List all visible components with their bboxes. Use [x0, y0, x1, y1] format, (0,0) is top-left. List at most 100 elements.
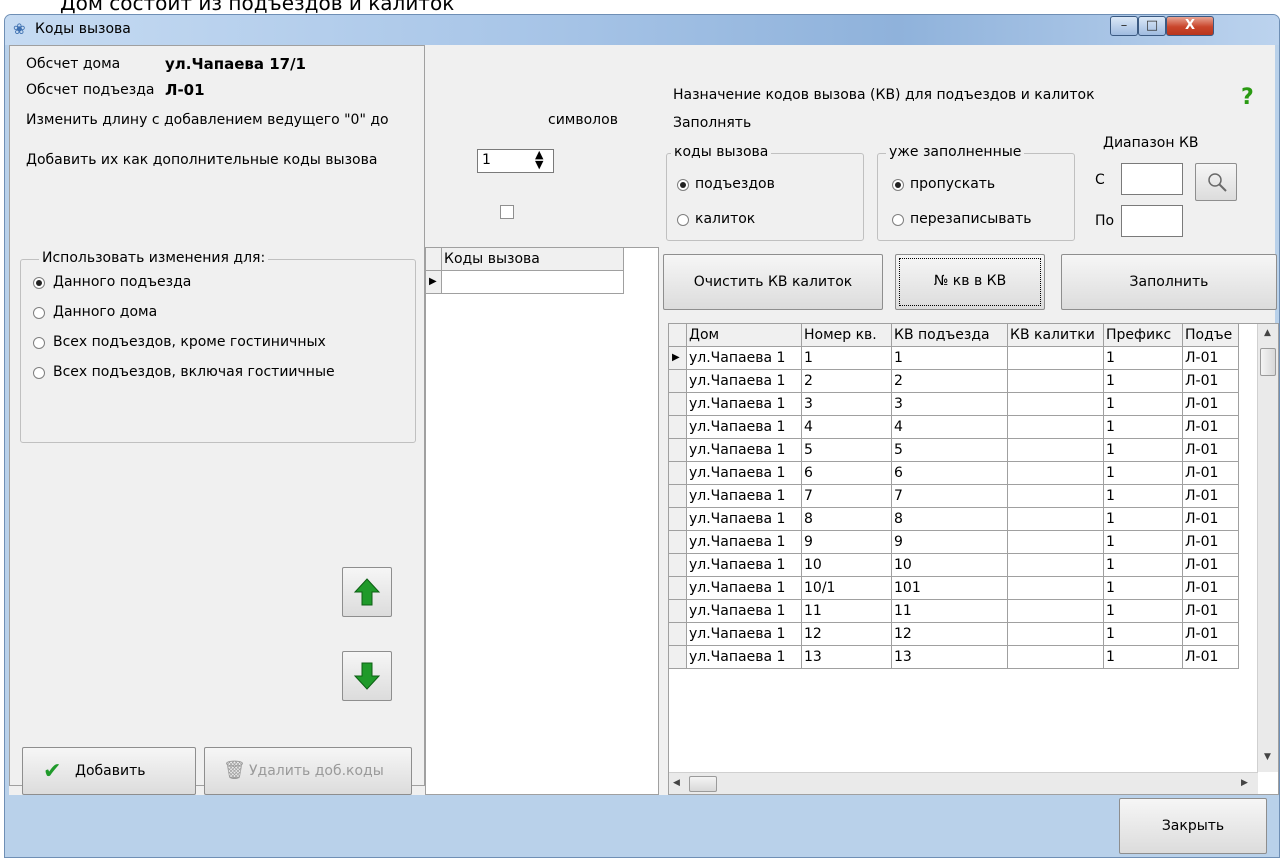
- grid-cell[interactable]: [1008, 416, 1104, 439]
- grid-cell[interactable]: 5: [892, 439, 1008, 462]
- grid-cell[interactable]: 1: [892, 347, 1008, 370]
- move-down-button[interactable]: [342, 651, 392, 701]
- grid-cell[interactable]: Л-01: [1183, 600, 1239, 623]
- grid-cell[interactable]: 1: [1104, 393, 1183, 416]
- grid-cell[interactable]: 11: [892, 600, 1008, 623]
- radio-overwrite[interactable]: [892, 214, 904, 226]
- grid-cell[interactable]: 1: [1104, 439, 1183, 462]
- grid-cell[interactable]: 10: [802, 554, 892, 577]
- grid-cell[interactable]: 4: [802, 416, 892, 439]
- grid-cell[interactable]: [1008, 393, 1104, 416]
- grid-cell[interactable]: Л-01: [1183, 439, 1239, 462]
- delete-extra-codes-button[interactable]: 🗑 Удалить доб.коды: [204, 747, 412, 795]
- grid-cell[interactable]: [1008, 623, 1104, 646]
- grid-cell[interactable]: 1: [1104, 370, 1183, 393]
- grid-cell[interactable]: 1: [1104, 508, 1183, 531]
- grid-cell[interactable]: ул.Чапаева 1: [687, 623, 802, 646]
- radio-this-house-dot[interactable]: [33, 307, 45, 319]
- grid-cell[interactable]: [1008, 600, 1104, 623]
- grid-cell[interactable]: [1008, 485, 1104, 508]
- grid-cell[interactable]: ул.Чапаева 1: [687, 462, 802, 485]
- codes-grid-row[interactable]: [442, 271, 624, 294]
- grid-cell[interactable]: Л-01: [1183, 531, 1239, 554]
- grid-cell[interactable]: 8: [802, 508, 892, 531]
- column-header[interactable]: Номер кв.: [802, 324, 892, 347]
- column-header[interactable]: Дом: [687, 324, 802, 347]
- add-button[interactable]: ✔ Добавить: [22, 747, 196, 795]
- column-header[interactable]: КВ подъезда: [892, 324, 1008, 347]
- close-window-button[interactable]: X: [1166, 16, 1214, 36]
- length-spinner[interactable]: 1 ▲ ▼: [477, 149, 554, 173]
- grid-cell[interactable]: 9: [802, 531, 892, 554]
- grid-cell[interactable]: 8: [892, 508, 1008, 531]
- grid-cell[interactable]: [1008, 370, 1104, 393]
- grid-cell[interactable]: 9: [892, 531, 1008, 554]
- grid-cell[interactable]: ул.Чапаева 1: [687, 577, 802, 600]
- maximize-button[interactable]: □: [1138, 16, 1166, 36]
- grid-cell[interactable]: Л-01: [1183, 646, 1239, 669]
- grid-cell[interactable]: [1008, 347, 1104, 370]
- radio-gates[interactable]: [677, 214, 689, 226]
- column-header[interactable]: КВ калитки: [1008, 324, 1104, 347]
- grid-cell[interactable]: 13: [802, 646, 892, 669]
- grid-cell[interactable]: 1: [1104, 347, 1183, 370]
- close-button[interactable]: Закрыть: [1119, 798, 1267, 854]
- grid-cell[interactable]: 13: [892, 646, 1008, 669]
- grid-cell[interactable]: 7: [892, 485, 1008, 508]
- grid-cell[interactable]: ул.Чапаева 1: [687, 646, 802, 669]
- add-as-extra-checkbox[interactable]: [500, 205, 514, 219]
- grid-cell[interactable]: 6: [802, 462, 892, 485]
- range-from-input[interactable]: [1121, 163, 1183, 195]
- radio-skip[interactable]: [892, 179, 904, 191]
- grid-cell[interactable]: ул.Чапаева 1: [687, 416, 802, 439]
- grid-cell[interactable]: 1: [1104, 600, 1183, 623]
- range-to-input[interactable]: [1121, 205, 1183, 237]
- grid-cell[interactable]: 10/1: [802, 577, 892, 600]
- title-bar[interactable]: ❀ Коды вызова – □ X: [5, 15, 1279, 45]
- grid-cell[interactable]: [1008, 531, 1104, 554]
- grid-cell[interactable]: [1008, 554, 1104, 577]
- radio-all-except-hotel-dot[interactable]: [33, 337, 45, 349]
- grid-cell[interactable]: [1008, 508, 1104, 531]
- grid-cell[interactable]: Л-01: [1183, 393, 1239, 416]
- search-button[interactable]: [1195, 163, 1237, 201]
- grid-cell[interactable]: ул.Чапаева 1: [687, 554, 802, 577]
- radio-this-entrance-dot[interactable]: [33, 277, 45, 289]
- clear-gate-codes-button[interactable]: Очистить КВ калиток: [663, 254, 883, 310]
- codes-grid-header[interactable]: Коды вызова: [442, 248, 624, 271]
- grid-cell[interactable]: 5: [802, 439, 892, 462]
- grid-cell[interactable]: 3: [802, 393, 892, 416]
- grid-cell[interactable]: [1008, 577, 1104, 600]
- grid-cell[interactable]: Л-01: [1183, 485, 1239, 508]
- move-up-button[interactable]: [342, 567, 392, 617]
- scroll-up-icon[interactable]: ▲: [1264, 328, 1271, 338]
- grid-cell[interactable]: Л-01: [1183, 508, 1239, 531]
- column-header[interactable]: Подъе: [1183, 324, 1239, 347]
- grid-cell[interactable]: 101: [892, 577, 1008, 600]
- spin-down-icon[interactable]: ▼: [535, 159, 543, 170]
- minimize-button[interactable]: –: [1110, 16, 1138, 36]
- column-header[interactable]: Префикс: [1104, 324, 1183, 347]
- grid-cell[interactable]: ул.Чапаева 1: [687, 485, 802, 508]
- scroll-right-icon[interactable]: ▶: [1241, 778, 1248, 788]
- grid-cell[interactable]: 1: [1104, 531, 1183, 554]
- radio-all-including-hotel-dot[interactable]: [33, 367, 45, 379]
- grid-cell[interactable]: Л-01: [1183, 623, 1239, 646]
- grid-cell[interactable]: Л-01: [1183, 577, 1239, 600]
- grid-cell[interactable]: 6: [892, 462, 1008, 485]
- grid-cell[interactable]: Л-01: [1183, 462, 1239, 485]
- grid-cell[interactable]: Л-01: [1183, 554, 1239, 577]
- grid-cell[interactable]: 2: [802, 370, 892, 393]
- horizontal-scrollbar[interactable]: ◀ ▶: [669, 772, 1258, 794]
- grid-cell[interactable]: ул.Чапаева 1: [687, 370, 802, 393]
- grid-cell[interactable]: 1: [1104, 623, 1183, 646]
- grid-cell[interactable]: 4: [892, 416, 1008, 439]
- h-scroll-thumb[interactable]: [689, 776, 717, 792]
- grid-cell[interactable]: 12: [892, 623, 1008, 646]
- grid-cell[interactable]: [1008, 462, 1104, 485]
- grid-cell[interactable]: 11: [802, 600, 892, 623]
- radio-entrances[interactable]: [677, 179, 689, 191]
- grid-cell[interactable]: ул.Чапаева 1: [687, 393, 802, 416]
- grid-cell[interactable]: 1: [1104, 577, 1183, 600]
- grid-cell[interactable]: Л-01: [1183, 347, 1239, 370]
